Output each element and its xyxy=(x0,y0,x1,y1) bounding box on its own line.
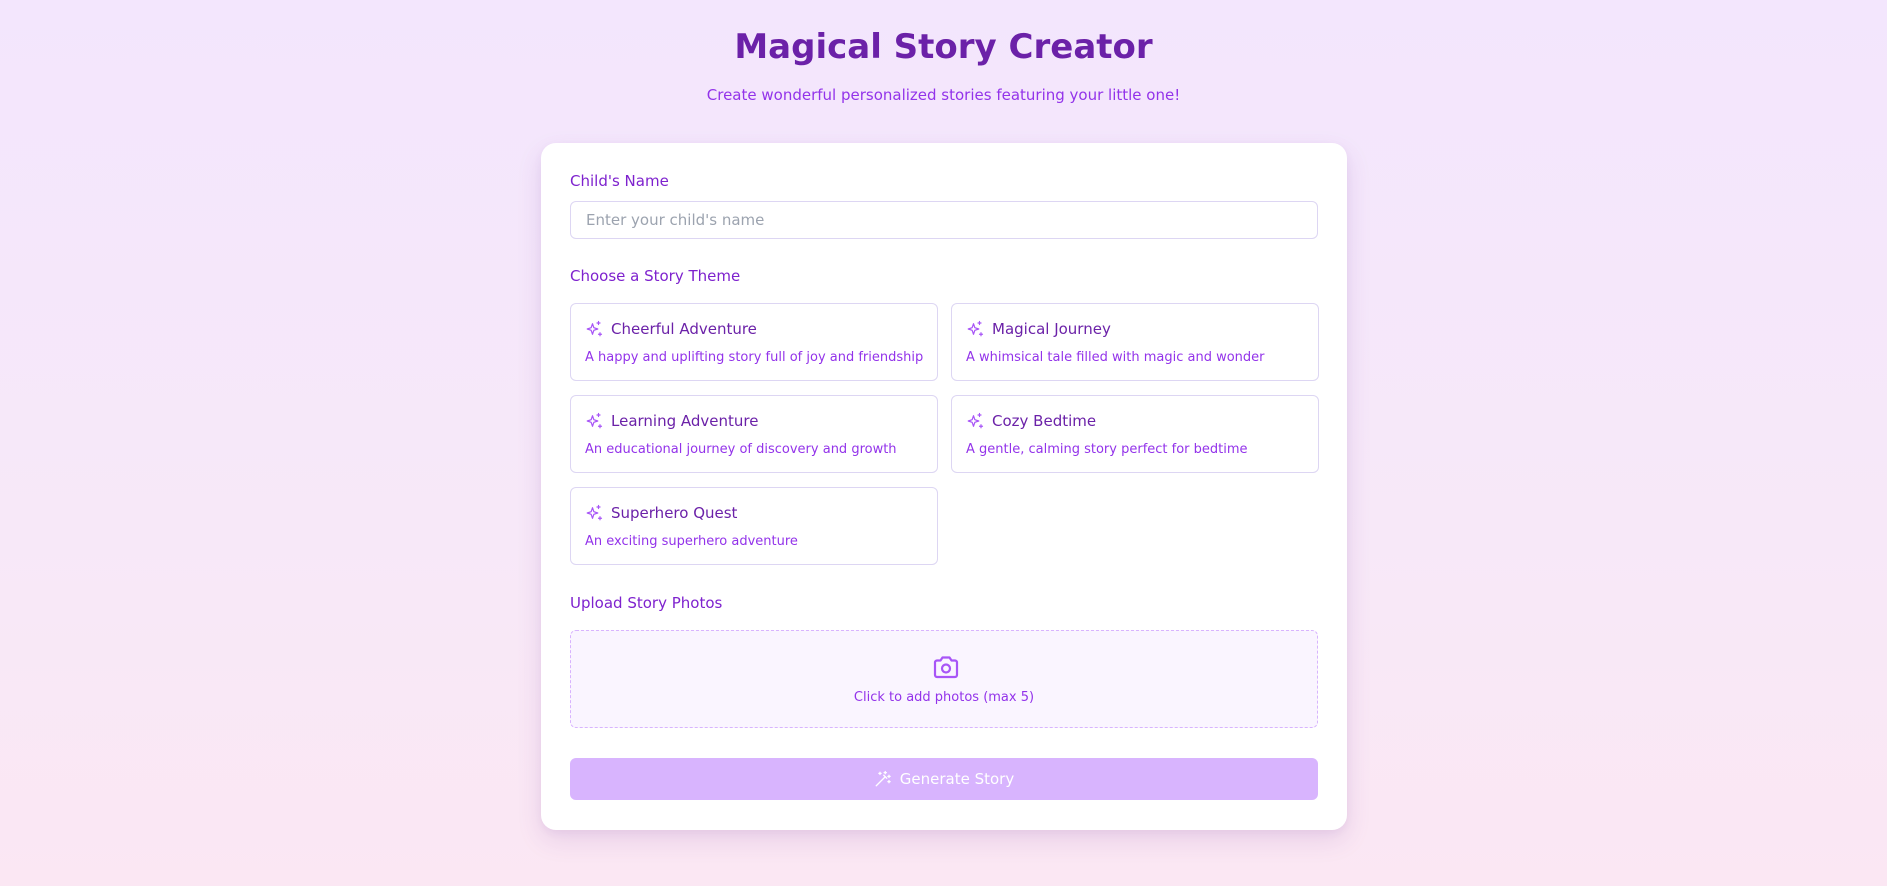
sparkles-icon xyxy=(586,412,603,429)
sparkles-icon xyxy=(967,320,984,337)
upload-photos-label: Upload Story Photos xyxy=(570,594,723,612)
page-title: Magical Story Creator xyxy=(734,27,1153,67)
child-name-label: Child's Name xyxy=(570,172,669,190)
theme-description: An exciting superhero adventure xyxy=(585,534,798,549)
generate-story-button[interactable]: Generate Story xyxy=(570,758,1318,800)
theme-description: An educational journey of discovery and … xyxy=(585,442,897,457)
theme-option-magical-journey[interactable]: Magical Journey A whimsical tale filled … xyxy=(951,303,1319,381)
story-theme-label: Choose a Story Theme xyxy=(570,267,741,285)
story-form-card: Child's Name Choose a Story Theme Cheerf… xyxy=(541,143,1347,830)
theme-option-cheerful-adventure[interactable]: Cheerful Adventure A happy and uplifting… xyxy=(570,303,938,381)
sparkles-icon xyxy=(967,412,984,429)
theme-name: Magical Journey xyxy=(992,320,1111,338)
magic-wand-icon xyxy=(875,770,891,787)
theme-name: Superhero Quest xyxy=(611,504,738,522)
theme-option-cozy-bedtime[interactable]: Cozy Bedtime A gentle, calming story per… xyxy=(951,395,1319,473)
theme-name: Learning Adventure xyxy=(611,412,759,430)
theme-description: A gentle, calming story perfect for bedt… xyxy=(966,442,1248,457)
photo-upload-dropzone[interactable]: Click to add photos (max 5) xyxy=(570,630,1318,728)
theme-description: A whimsical tale filled with magic and w… xyxy=(966,350,1265,365)
theme-description: A happy and uplifting story full of joy … xyxy=(585,350,924,365)
sparkles-icon xyxy=(586,320,603,337)
page-header: Magical Story Creator Create wonderful p… xyxy=(0,0,1887,103)
upload-instructions: Click to add photos (max 5) xyxy=(853,690,1035,705)
theme-option-learning-adventure[interactable]: Learning Adventure An educational journe… xyxy=(570,395,938,473)
page-subtitle: Create wonderful personalized stories fe… xyxy=(706,86,1181,104)
camera-icon xyxy=(933,656,959,679)
child-name-input[interactable] xyxy=(570,201,1318,239)
theme-name: Cheerful Adventure xyxy=(611,320,757,338)
theme-option-superhero-quest[interactable]: Superhero Quest An exciting superhero ad… xyxy=(570,487,938,565)
theme-name: Cozy Bedtime xyxy=(992,412,1097,430)
generate-story-label: Generate Story xyxy=(899,770,1015,788)
sparkles-icon xyxy=(586,504,603,521)
